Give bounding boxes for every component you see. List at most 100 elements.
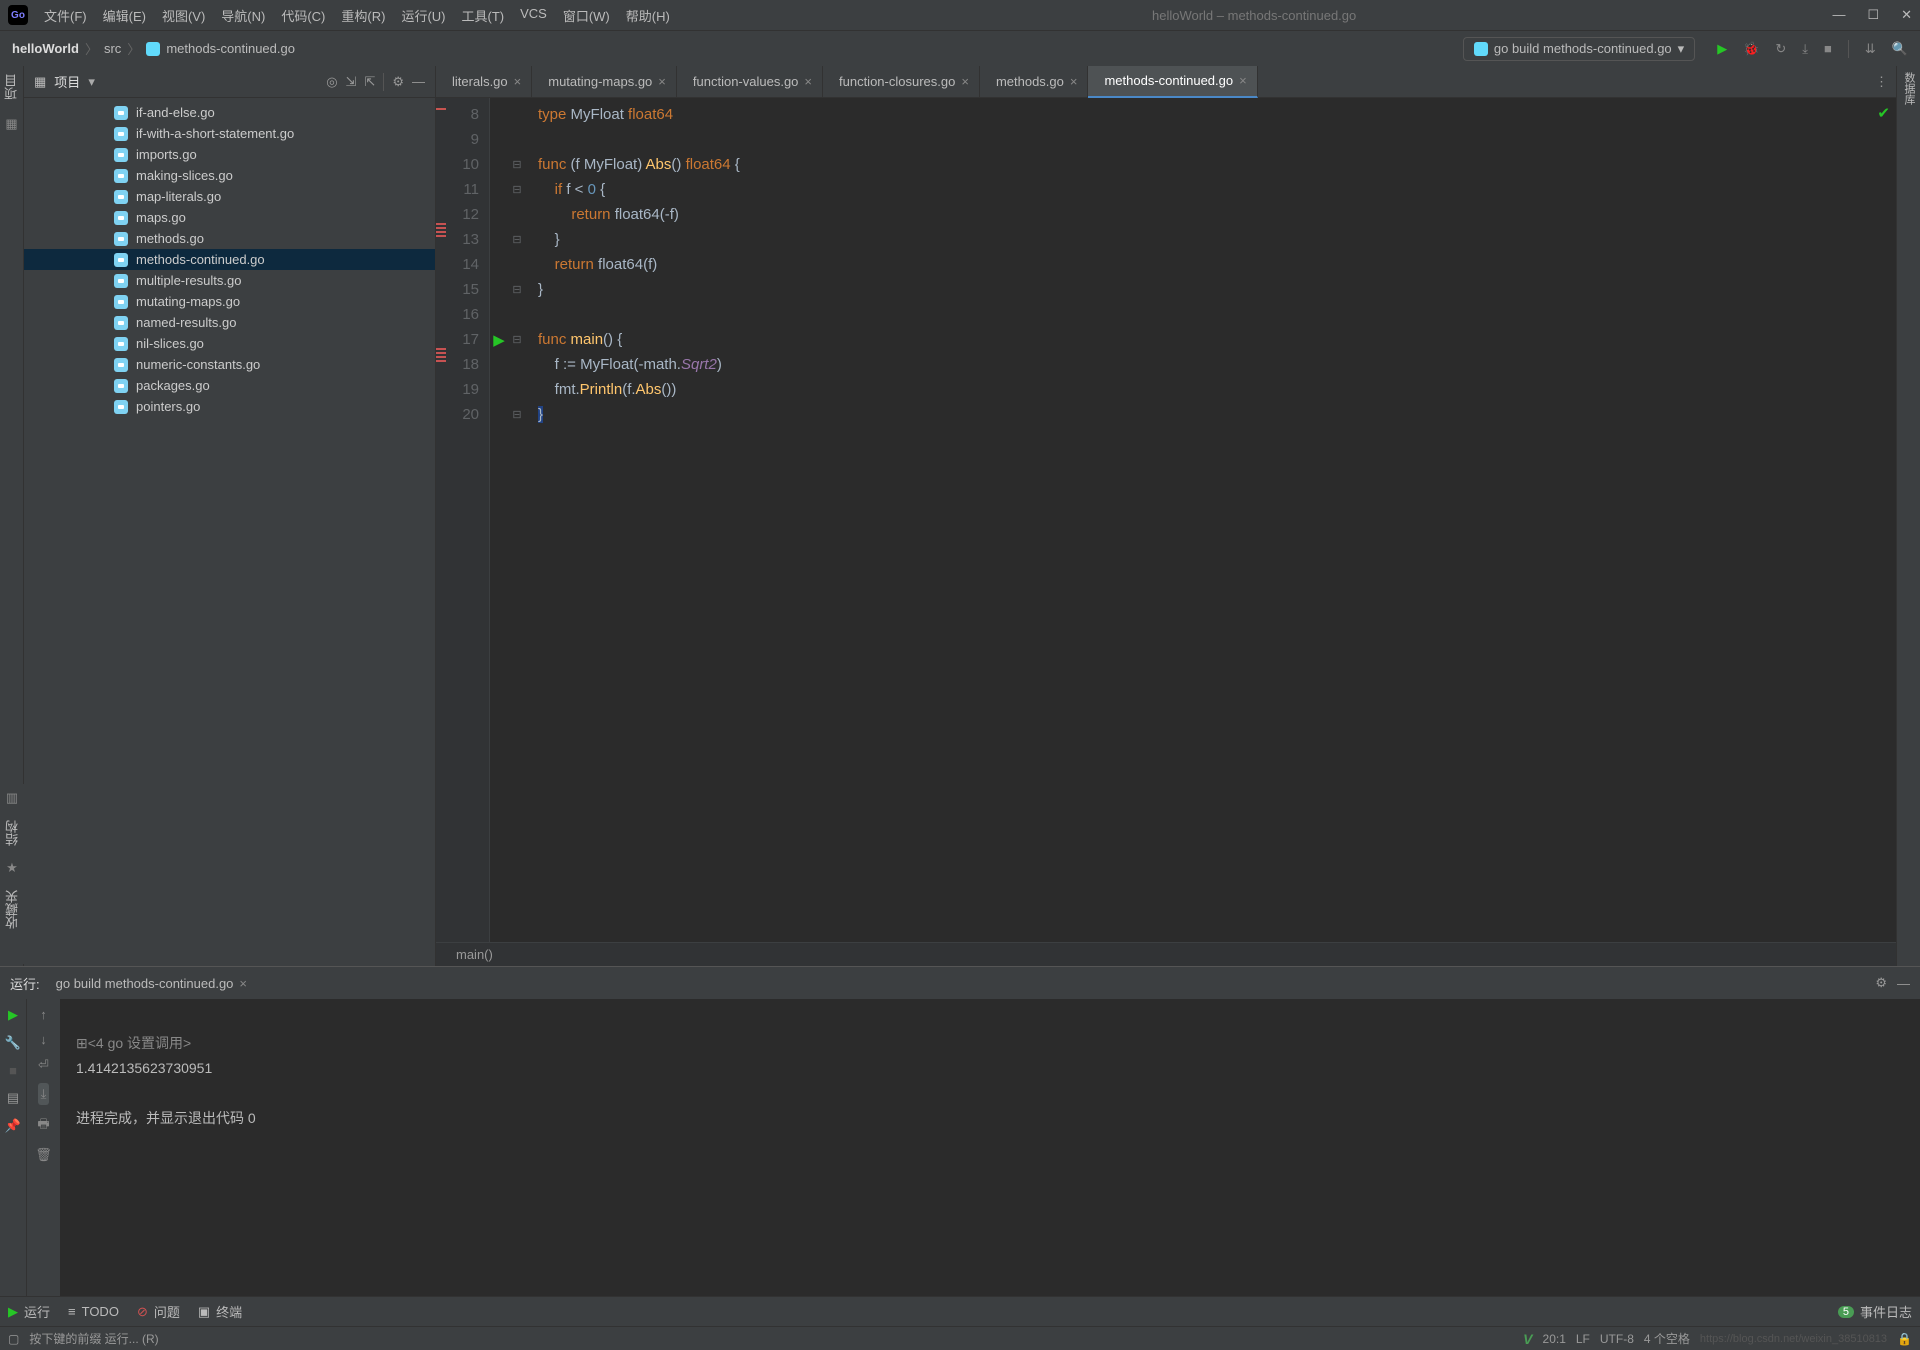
menu-run[interactable]: 运行(U) <box>395 2 451 29</box>
tree-file-item[interactable]: multiple-results.go <box>24 270 435 291</box>
tree-file-item[interactable]: imports.go <box>24 144 435 165</box>
collapse-icon[interactable]: ⇱ <box>364 74 375 90</box>
code-breadcrumb: main() <box>436 942 1896 966</box>
left-tool-strip-bottom: ▥ 结构 ★ 收藏夹 <box>0 784 24 964</box>
hide-icon[interactable]: — <box>1897 976 1910 991</box>
tree-file-item[interactable]: if-with-a-short-statement.go <box>24 123 435 144</box>
layout-icon[interactable]: ▤ <box>7 1090 19 1106</box>
tool-window-quick-icon[interactable]: ▢ <box>8 1332 19 1346</box>
sidebar-tab-structure[interactable]: 结构 <box>3 820 22 846</box>
maximize-icon[interactable]: ☐ <box>1867 7 1879 23</box>
tree-file-item[interactable]: mutating-maps.go <box>24 291 435 312</box>
vcs-update-icon[interactable]: ⇊ <box>1865 41 1876 57</box>
debug-button-icon[interactable]: 🐞 <box>1743 41 1759 57</box>
menu-nav[interactable]: 导航(N) <box>215 2 271 29</box>
close-tab-icon[interactable]: × <box>1239 73 1247 88</box>
crumb-project[interactable]: helloWorld <box>12 41 79 56</box>
bottom-tab-todo[interactable]: ≡TODO <box>68 1304 119 1319</box>
clear-icon[interactable]: 🗑 <box>35 1147 52 1163</box>
editor-tab[interactable]: methods-continued.go× <box>1088 66 1257 98</box>
sidebar-tab-database[interactable]: 数据库 <box>1901 72 1917 105</box>
expand-icon[interactable]: ⇲ <box>346 74 357 90</box>
menu-vcs[interactable]: VCS <box>514 2 553 29</box>
menu-view[interactable]: 视图(V) <box>156 2 211 29</box>
pin-icon[interactable]: 📌 <box>5 1118 21 1134</box>
tree-file-item[interactable]: making-slices.go <box>24 165 435 186</box>
run-config-selector[interactable]: go build methods-continued.go ▾ <box>1463 37 1695 61</box>
menu-window[interactable]: 窗口(W) <box>557 2 616 29</box>
close-tab-icon[interactable]: × <box>961 74 969 89</box>
menu-edit[interactable]: 编辑(E) <box>97 2 152 29</box>
crumb-dir[interactable]: src <box>104 41 121 56</box>
menu-file[interactable]: 文件(F) <box>38 2 93 29</box>
status-line-sep[interactable]: LF <box>1576 1332 1590 1346</box>
rerun-icon[interactable]: ▶ <box>8 1007 18 1023</box>
tree-file-item[interactable]: methods-continued.go <box>24 249 435 270</box>
menu-help[interactable]: 帮助(H) <box>620 2 676 29</box>
search-icon[interactable]: 🔍 <box>1892 41 1908 57</box>
editor-tab[interactable]: literals.go× <box>436 66 532 98</box>
run-button-icon[interactable]: ▶ <box>1717 41 1727 57</box>
project-tree[interactable]: if-and-else.goif-with-a-short-statement.… <box>24 98 435 966</box>
menu-code[interactable]: 代码(C) <box>275 2 331 29</box>
bottom-tab-terminal[interactable]: ▣终端 <box>198 1302 242 1321</box>
tab-dropdown-icon[interactable]: ⋮ <box>1867 74 1896 90</box>
menu-tools[interactable]: 工具(T) <box>455 2 510 29</box>
tree-file-item[interactable]: map-literals.go <box>24 186 435 207</box>
scroll-to-end-icon[interactable]: ⤓ <box>38 1083 50 1105</box>
menu-refactor[interactable]: 重构(R) <box>335 2 391 29</box>
tree-file-item[interactable]: packages.go <box>24 375 435 396</box>
bottom-tab-run[interactable]: ▶运行 <box>8 1302 50 1321</box>
print-icon[interactable]: 🖶 <box>37 1115 49 1137</box>
softwrap-icon[interactable]: ⏎ <box>38 1057 49 1073</box>
run-console[interactable]: ⊞<4 go 设置调用> 1.4142135623730951 进程完成，并显示… <box>60 999 1920 1296</box>
chevron-down-icon[interactable]: ▾ <box>88 74 95 90</box>
down-arrow-icon[interactable]: ↓ <box>40 1032 47 1047</box>
editor-tab[interactable]: methods.go× <box>980 66 1089 98</box>
sidebar-tab-favorite[interactable]: 收藏夹 <box>3 890 22 929</box>
profiler-icon[interactable]: ⤓ <box>1802 41 1808 57</box>
bottom-tab-problems[interactable]: ⊘问题 <box>137 1302 180 1321</box>
stop-icon[interactable]: ■ <box>1824 41 1832 56</box>
status-position[interactable]: 20:1 <box>1543 1332 1566 1346</box>
structure-icon[interactable]: ▥ <box>6 790 18 806</box>
status-indent[interactable]: 4 个空格 <box>1644 1330 1690 1347</box>
tree-file-item[interactable]: if-and-else.go <box>24 102 435 123</box>
tree-file-item[interactable]: methods.go <box>24 228 435 249</box>
editor-tab[interactable]: function-values.go× <box>677 66 823 98</box>
editor-tab[interactable]: mutating-maps.go× <box>532 66 677 98</box>
close-tab-icon[interactable]: × <box>804 74 812 89</box>
sidebar-tab-project[interactable]: 项目 <box>2 74 21 100</box>
stop-icon[interactable]: ■ <box>9 1063 17 1078</box>
go-file-icon <box>114 295 128 309</box>
run-line-marker-icon[interactable]: ▶ <box>490 327 508 352</box>
gear-icon[interactable]: ⚙ <box>392 74 404 90</box>
close-icon[interactable]: ✕ <box>1901 7 1912 23</box>
tree-file-item[interactable]: nil-slices.go <box>24 333 435 354</box>
editor-tab[interactable]: function-closures.go× <box>823 66 980 98</box>
wrench-icon[interactable]: 🔧 <box>5 1035 21 1051</box>
lock-icon[interactable]: 🔒 <box>1897 1332 1912 1346</box>
close-tab-icon[interactable]: × <box>658 74 666 89</box>
bottom-tab-events[interactable]: 5 事件日志 <box>1838 1302 1912 1321</box>
go-file-icon <box>114 379 128 393</box>
tree-file-item[interactable]: numeric-constants.go <box>24 354 435 375</box>
locate-icon[interactable]: ◎ <box>326 74 337 90</box>
vim-icon: V <box>1523 1331 1532 1347</box>
code-editor[interactable]: 891011121314151617181920 ▶ ⊟⊟⊟⊟⊟⊟ type M… <box>436 98 1896 942</box>
tree-file-item[interactable]: maps.go <box>24 207 435 228</box>
close-tab-icon[interactable]: × <box>1070 74 1078 89</box>
close-tab-icon[interactable]: × <box>514 74 522 89</box>
expand-output-icon[interactable]: ⊞ <box>76 1035 88 1051</box>
favorite-icon[interactable]: ★ <box>6 860 18 876</box>
minimize-icon[interactable]: — <box>1832 7 1845 23</box>
crumb-file[interactable]: methods-continued.go <box>166 41 295 56</box>
coverage-icon[interactable]: ↻ <box>1775 41 1786 57</box>
tree-file-item[interactable]: named-results.go <box>24 312 435 333</box>
run-panel-config[interactable]: go build methods-continued.go × <box>50 976 247 991</box>
gear-icon[interactable]: ⚙ <box>1875 975 1887 991</box>
hide-icon[interactable]: — <box>412 74 425 89</box>
tree-file-item[interactable]: pointers.go <box>24 396 435 417</box>
code-content[interactable]: type MyFloat float64 func (f MyFloat) Ab… <box>526 98 1896 942</box>
status-encoding[interactable]: UTF-8 <box>1600 1332 1634 1346</box>
